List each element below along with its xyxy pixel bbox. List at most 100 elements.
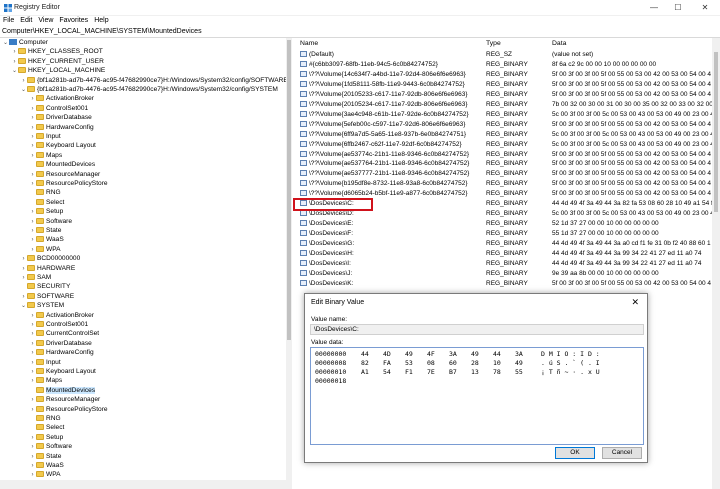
tree-item[interactable]: › Input bbox=[29, 132, 61, 141]
tree-item[interactable]: RNG bbox=[29, 414, 61, 423]
tree-vertical-scrollbar[interactable] bbox=[286, 38, 292, 480]
value-row[interactable]: \??\Volume{ae537777-21b1-11e8-9346-6c0b8… bbox=[296, 169, 720, 179]
value-row[interactable]: \DosDevices\F: REG_BINARY 55 1d 37 27 00 0… bbox=[296, 229, 720, 239]
tree-scroll-thumb[interactable] bbox=[287, 40, 291, 340]
tree-item[interactable]: MountedDevices bbox=[29, 160, 95, 169]
tree-item[interactable]: › DriverDatabase bbox=[29, 339, 92, 348]
tree-item[interactable]: › Software bbox=[29, 217, 72, 226]
tree-item[interactable]: › Keyboard Layout bbox=[29, 367, 96, 376]
chevron-down-icon[interactable]: ⌄ bbox=[2, 39, 9, 48]
tree-item[interactable]: › Software bbox=[29, 442, 72, 451]
tree-item[interactable]: ⌄ SYSTEM bbox=[20, 301, 64, 310]
tree-item[interactable]: › ActivationBroker bbox=[29, 94, 94, 103]
tree-item[interactable]: › Setup bbox=[29, 433, 63, 442]
dialog-close-icon[interactable]: ✕ bbox=[631, 297, 639, 308]
tree-item[interactable]: › Maps bbox=[29, 376, 62, 385]
tree-item[interactable]: ⌄ Computer bbox=[2, 38, 48, 47]
menu-view[interactable]: View bbox=[35, 16, 56, 24]
value-row[interactable]: (Default) REG_SZ (value not set) bbox=[296, 50, 720, 60]
tree-item[interactable]: › WaaS bbox=[29, 235, 64, 244]
value-row[interactable]: \??\Volume{ae53774c-21b1-11e8-9346-6c0b8… bbox=[296, 150, 720, 160]
tree-item[interactable]: › DriverDatabase bbox=[29, 113, 92, 122]
ok-button[interactable]: OK bbox=[555, 447, 595, 459]
tree-item[interactable]: › BCD00000000 bbox=[20, 254, 80, 263]
value-row[interactable]: \??\Volume{3ae4c948-c61b-11e7-92de-6c0b8… bbox=[296, 110, 720, 120]
value-data-hex-editor[interactable]: 00000000 44 4D 49 4F 3A 49 44 3A D M I O : I D :0… bbox=[310, 347, 644, 445]
tree-item[interactable]: › WPA bbox=[29, 470, 61, 479]
tree-item-label: Input bbox=[46, 133, 61, 140]
column-type-header[interactable]: Type bbox=[486, 40, 501, 47]
value-name-field[interactable]: \DosDevices\C: bbox=[310, 324, 644, 335]
tree-item[interactable]: › HKEY_CURRENT_USER bbox=[11, 57, 104, 66]
menu-edit[interactable]: Edit bbox=[17, 16, 35, 24]
value-data-cell: 8f 6a c2 9c 00 00 10 00 00 00 00 00 bbox=[552, 60, 657, 68]
tree-item-label: Maps bbox=[46, 151, 63, 159]
value-row[interactable]: \DosDevices\G: REG_BINARY 44 4d 49 4f 3a 4… bbox=[296, 239, 720, 249]
tree-item[interactable]: › Setup bbox=[29, 207, 63, 216]
column-name-header[interactable]: Name bbox=[300, 40, 318, 47]
tree-item[interactable]: › ResourceManager bbox=[29, 395, 100, 404]
menu-favorites[interactable]: Favorites bbox=[56, 16, 91, 24]
value-row[interactable]: \DosDevices\I: REG_BINARY 44 4d 49 4f 3a 4… bbox=[296, 259, 720, 269]
tree-item[interactable]: › ResourcePolicyStore bbox=[29, 179, 108, 188]
column-data-header[interactable]: Data bbox=[552, 40, 566, 47]
address-bar[interactable]: Computer\HKEY_LOCAL_MACHINE\SYSTEM\Mount… bbox=[0, 28, 720, 38]
tree-item-label: {bf1a281b-ad7b-4476-ac95-f47682990ce7}H:… bbox=[37, 86, 278, 93]
list-vertical-scrollbar[interactable] bbox=[712, 38, 720, 489]
value-row[interactable]: \??\Volume{6ffb2467-c62f-11e7-92df-6c0b8… bbox=[296, 140, 720, 150]
tree-item[interactable]: Select bbox=[29, 198, 64, 207]
value-row[interactable]: \DosDevices\J: REG_BINARY 9e 39 aa 8b 00 0… bbox=[296, 269, 720, 279]
value-row[interactable]: \??\Volume{6ff9a7d5-5a65-11e8-937b-6e0b8… bbox=[296, 130, 720, 140]
tree-item[interactable]: › Keyboard Layout bbox=[29, 141, 96, 150]
cancel-button[interactable]: Cancel bbox=[602, 447, 642, 459]
value-row[interactable]: \DosDevices\E: REG_BINARY 52 1d 37 27 00 0… bbox=[296, 219, 720, 229]
tree-item[interactable]: › HARDWARE bbox=[20, 264, 75, 273]
tree-item[interactable]: › CurrentControlSet bbox=[29, 329, 99, 338]
tree-item[interactable]: › HKEY_CLASSES_ROOT bbox=[11, 47, 103, 56]
tree-item[interactable]: ⌄ HKEY_LOCAL_MACHINE bbox=[11, 66, 105, 75]
chevron-down-icon[interactable]: ⌄ bbox=[20, 302, 27, 311]
value-row[interactable]: \??\Volume{20105234-c617-11e7-92db-806e6… bbox=[296, 100, 720, 110]
tree-item[interactable]: › State bbox=[29, 452, 61, 461]
value-row[interactable]: \DosDevices\K: REG_BINARY 5f 00 3f 00 3f 0… bbox=[296, 279, 720, 289]
value-row[interactable]: \??\Volume{1fd58111-58fb-11e9-9443-6c0b8… bbox=[296, 80, 720, 90]
tree-item[interactable]: SECURITY bbox=[20, 282, 70, 291]
value-row[interactable]: \DosDevices\H: REG_BINARY 44 4d 49 4f 3a 4… bbox=[296, 249, 720, 259]
tree-item[interactable]: ⌄ {bf1a281b-ad7b-4476-ac95-f47682990ce7}H… bbox=[20, 85, 278, 94]
tree-item[interactable]: › SOFTWARE bbox=[20, 292, 74, 301]
tree-item[interactable]: RNG bbox=[29, 188, 61, 197]
tree-item[interactable]: › ControlSet001 bbox=[29, 104, 88, 113]
value-row[interactable]: \??\Volume{b195df8e-8732-11e8-93a8-6c0b8… bbox=[296, 179, 720, 189]
minimize-button[interactable]: — bbox=[646, 3, 662, 12]
tree-item[interactable]: › WPA bbox=[29, 245, 61, 254]
tree-item[interactable]: › SAM bbox=[20, 273, 51, 282]
tree-item[interactable]: › {bf1a281b-ad7b-4476-ac95-f47682990ce7}H… bbox=[20, 76, 288, 85]
tree-item[interactable]: MountedDevices bbox=[29, 386, 96, 395]
chevron-down-icon[interactable]: ⌄ bbox=[20, 86, 27, 95]
tree-horizontal-scrollbar[interactable] bbox=[0, 480, 292, 489]
tree-item[interactable]: › HardwareConfig bbox=[29, 348, 94, 357]
tree-item-label: HardwareConfig bbox=[46, 123, 94, 131]
maximize-button[interactable]: ☐ bbox=[670, 3, 686, 12]
value-row[interactable]: \??\Volume{5efeb00c-c597-11e7-92d6-806e6… bbox=[296, 120, 720, 130]
tree-item[interactable]: Select bbox=[29, 423, 64, 432]
chevron-down-icon[interactable]: ⌄ bbox=[11, 67, 18, 76]
tree-item[interactable]: › Maps bbox=[29, 151, 62, 160]
menu-file[interactable]: File bbox=[0, 16, 17, 24]
close-button[interactable]: ✕ bbox=[697, 3, 713, 12]
value-row[interactable]: \??\Volume{20105233-c617-11e7-92db-806e6… bbox=[296, 90, 720, 100]
tree-item[interactable]: › ControlSet001 bbox=[29, 320, 88, 329]
value-row[interactable]: #{c6bb3097-68fb-11eb-94c5-6c0b84274752} R… bbox=[296, 60, 720, 70]
value-name-cell: \??\Volume{ae537777-21b1-11e8-9346-6c0b8… bbox=[300, 169, 484, 179]
tree-item[interactable]: › HardwareConfig bbox=[29, 123, 94, 132]
tree-item[interactable]: › ActivationBroker bbox=[29, 311, 94, 320]
tree-item[interactable]: › ResourceManager bbox=[29, 170, 100, 179]
tree-item[interactable]: › WaaS bbox=[29, 461, 64, 470]
tree-item[interactable]: › ResourcePolicyStore bbox=[29, 405, 108, 414]
tree-item[interactable]: › State bbox=[29, 226, 61, 235]
tree-item[interactable]: › Input bbox=[29, 358, 61, 367]
list-scroll-thumb[interactable] bbox=[714, 52, 718, 212]
value-row[interactable]: \??\Volume{ae537764-21b1-11e8-9346-6c0b8… bbox=[296, 159, 720, 169]
value-row[interactable]: \??\Volume{14c634f7-a4bd-11e7-92d4-806e6… bbox=[296, 70, 720, 80]
menu-help[interactable]: Help bbox=[91, 16, 111, 24]
